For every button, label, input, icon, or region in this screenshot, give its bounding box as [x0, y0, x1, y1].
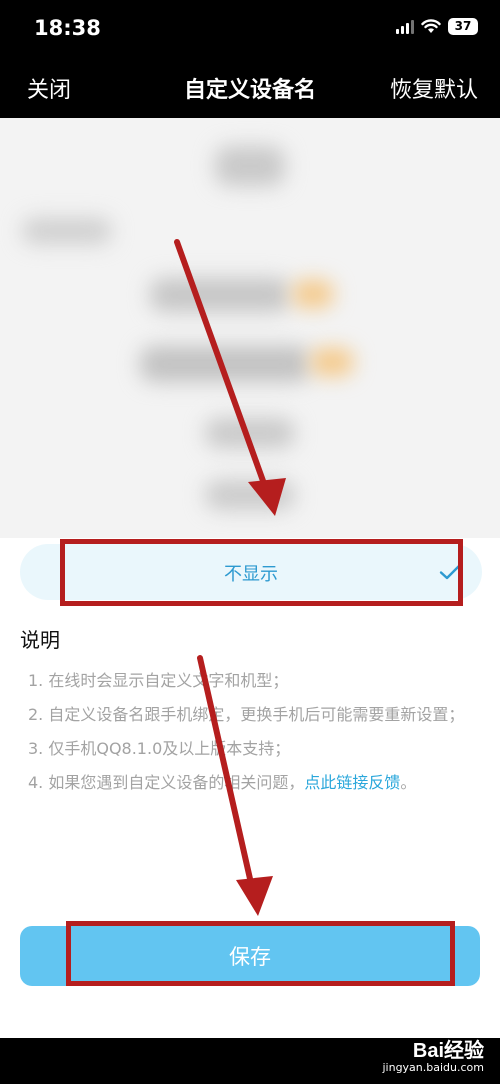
description-item: 1. 在线时会显示自定义文字和机型； [28, 671, 289, 690]
description-item: 3. 仅手机QQ8.1.0及以上版本支持； [28, 739, 291, 758]
battery-icon: 37 [448, 18, 478, 35]
description-item-text: 4. 如果您遇到自定义设备的相关问题， [28, 773, 305, 792]
restore-default-button[interactable]: 恢复默认 [390, 72, 478, 104]
baidu-watermark: Bai经验 jingyan.baidu.com [382, 1034, 484, 1074]
highlight-box-option [60, 539, 463, 606]
feedback-link[interactable]: 点此链接反馈 [304, 773, 400, 792]
description-item: 2. 自定义设备名跟手机绑定，更换手机后可能需要重新设置； [28, 705, 465, 724]
status-icons: 37 [396, 18, 478, 35]
description-list: 1. 在线时会显示自定义文字和机型； 2. 自定义设备名跟手机绑定，更换手机后可… [28, 668, 478, 804]
highlight-box-save [66, 921, 455, 986]
description-item-end: 。 [400, 773, 417, 792]
signal-icon [396, 19, 414, 34]
nav-bar: 关闭 自定义设备名 恢复默认 [0, 68, 500, 110]
arrow-head [236, 876, 273, 916]
status-time: 18:38 [34, 16, 101, 40]
description-item: 4. 如果您遇到自定义设备的相关问题，点此链接反馈。 [28, 770, 478, 795]
description-title: 说明 [20, 628, 60, 652]
wifi-icon [421, 19, 441, 33]
watermark-main: Bai经验 [412, 1040, 484, 1062]
blurred-device-list [0, 118, 500, 538]
watermark-sub: jingyan.baidu.com [382, 1061, 484, 1074]
top-bar: 18:38 37 关闭 自定义设备名 恢复默认 [0, 0, 500, 118]
